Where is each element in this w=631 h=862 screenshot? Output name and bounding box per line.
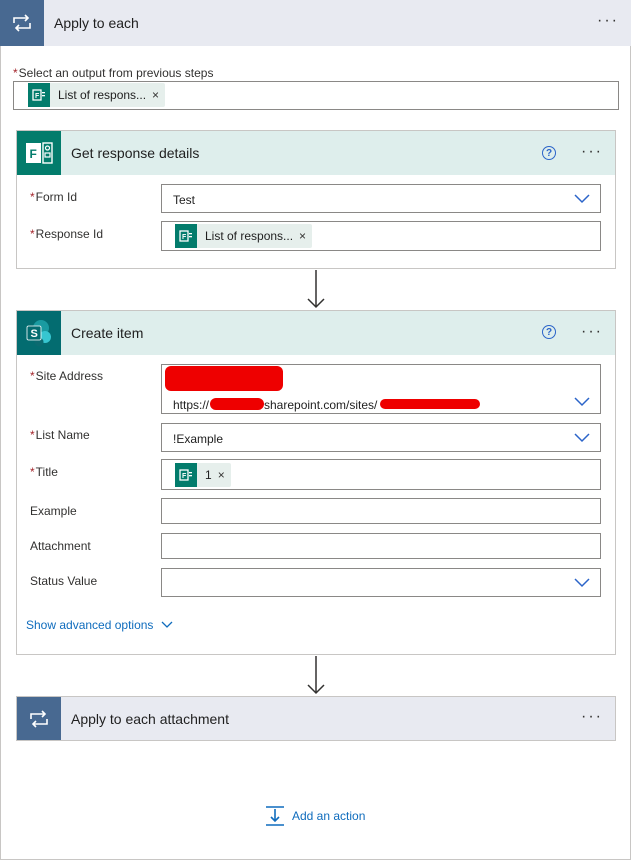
output-token-label: List of respons...	[58, 88, 147, 102]
site-url-domain: sharepoint.com/sites/	[264, 398, 378, 412]
title-token[interactable]: F 1 ×	[175, 463, 231, 487]
form-id-value: Test	[173, 193, 196, 207]
chevron-down-icon	[574, 432, 590, 442]
redaction-mark	[210, 398, 264, 410]
attachment-label: Attachment	[30, 539, 91, 553]
chevron-down-icon	[574, 397, 590, 407]
chevron-down-icon	[574, 193, 590, 203]
svg-text:F: F	[182, 473, 187, 480]
list-name-value: !Example	[173, 432, 224, 446]
forms-icon: F	[175, 224, 197, 248]
list-name-label: *List Name	[30, 428, 90, 442]
add-an-action-label: Add an action	[292, 809, 366, 823]
response-id-token-label: List of respons...	[205, 229, 294, 243]
example-label: Example	[30, 504, 77, 518]
site-url-prefix: https://	[173, 398, 210, 412]
redaction-mark	[165, 366, 283, 391]
title-field[interactable]: F 1 ×	[161, 459, 601, 490]
more-options-button[interactable]: ···	[581, 323, 603, 341]
loop-icon	[17, 697, 61, 740]
example-input[interactable]	[161, 498, 601, 524]
more-options-button[interactable]: ···	[581, 143, 603, 161]
help-icon[interactable]: ?	[542, 325, 556, 339]
output-label: *Select an output from previous steps	[13, 66, 214, 80]
svg-text:F: F	[30, 147, 37, 161]
status-value-dropdown[interactable]	[161, 568, 601, 597]
site-address-label: *Site Address	[30, 369, 104, 383]
loop-icon	[0, 0, 44, 46]
remove-token-icon[interactable]: ×	[152, 88, 165, 102]
show-advanced-options-link[interactable]: Show advanced options	[26, 618, 173, 632]
redaction-mark	[380, 399, 480, 409]
svg-text:F: F	[35, 93, 40, 100]
form-id-dropdown[interactable]: Test	[161, 184, 601, 213]
apply-to-each-attachment-title: Apply to each attachment	[71, 711, 229, 727]
output-token[interactable]: F List of respons... ×	[28, 83, 166, 107]
insert-step-icon	[266, 806, 284, 826]
add-an-action-button[interactable]: Add an action	[265, 805, 365, 827]
status-value-label: Status Value	[30, 574, 98, 588]
help-icon[interactable]: ?	[542, 146, 556, 160]
response-id-label: *Response Id	[30, 227, 104, 241]
forms-icon: F	[17, 131, 61, 175]
response-id-field[interactable]: F List of respons... ×	[161, 221, 601, 251]
sharepoint-icon: S	[17, 311, 61, 355]
more-options-button[interactable]: ···	[597, 12, 619, 30]
remove-token-icon[interactable]: ×	[218, 468, 231, 482]
svg-text:S: S	[31, 328, 38, 340]
create-item-title: Create item	[71, 325, 144, 341]
chevron-down-icon	[161, 621, 173, 628]
response-id-token[interactable]: F List of respons... ×	[175, 224, 313, 248]
attachment-input[interactable]	[161, 533, 601, 559]
output-field[interactable]: F List of respons... ×	[13, 81, 619, 110]
show-advanced-options-label: Show advanced options	[26, 618, 154, 632]
more-options-button[interactable]: ···	[581, 708, 603, 726]
get-response-details-title: Get response details	[71, 145, 200, 161]
title-token-label: 1	[205, 468, 212, 482]
chevron-down-icon	[574, 577, 590, 587]
flow-arrow-icon	[307, 270, 325, 309]
list-name-dropdown[interactable]: !Example	[161, 423, 601, 452]
svg-text:F: F	[182, 234, 187, 241]
flow-arrow-icon	[307, 656, 325, 695]
forms-icon: F	[175, 463, 197, 487]
form-id-label: *Form Id	[30, 190, 78, 204]
remove-token-icon[interactable]: ×	[299, 229, 312, 243]
title-label: *Title	[30, 465, 58, 479]
forms-icon: F	[28, 83, 50, 107]
apply-to-each-title: Apply to each	[54, 15, 139, 31]
